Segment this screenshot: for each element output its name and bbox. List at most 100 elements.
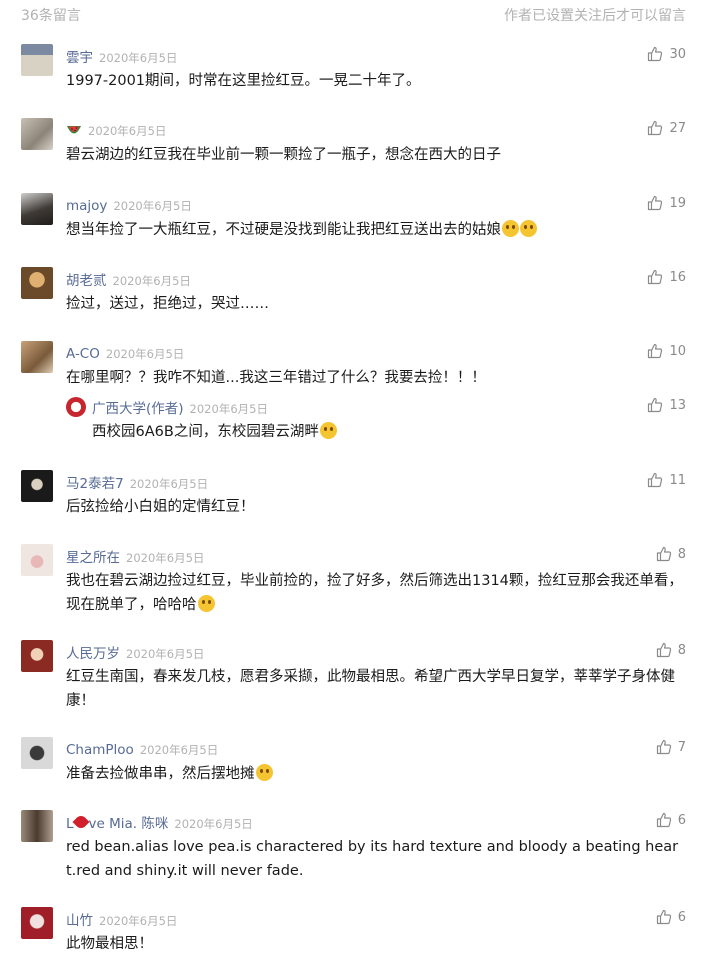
like-button[interactable]: 8 <box>656 546 686 562</box>
like-button[interactable]: 27 <box>647 120 686 136</box>
reply-author[interactable]: 广西大学(作者) <box>92 401 184 417</box>
like-button[interactable]: 19 <box>647 195 686 211</box>
like-button[interactable]: 6 <box>656 812 686 828</box>
comment-author[interactable]: Lve Mia. 陈咪 <box>66 813 169 832</box>
avatar[interactable] <box>21 341 53 373</box>
like-count: 8 <box>677 642 686 658</box>
comment-date: 2020年6月5日 <box>112 274 191 288</box>
like-count: 16 <box>669 269 686 285</box>
grin-emoji-icon <box>197 595 215 612</box>
like-count: 6 <box>677 909 686 925</box>
reply-text-body: 西校园6A6B之间，东校园碧云湖畔 <box>92 424 319 440</box>
like-count: 27 <box>669 120 686 136</box>
thumbs-up-icon <box>648 472 663 488</box>
comment-text: 捡过，送过，拒绝过，哭过…… <box>66 296 269 312</box>
thumbs-up-icon <box>648 343 663 359</box>
comment-item: 雲宇 2020年6月5日 30 1997-2001期间，时常在这里捡红豆。一晃二十… <box>0 44 710 92</box>
comment-date: 2020年6月5日 <box>126 647 205 661</box>
author-reply: 广西大学(作者) 2020年6月5日 13 西校园6A6B之间，东校园碧云湖畔 <box>0 395 710 445</box>
comment-date: 2020年6月5日 <box>174 817 253 831</box>
comment-item: Lve Mia. 陈咪 2020年6月5日 6 red bean.alias lo… <box>0 810 710 882</box>
comment-item: 2020年6月5日 27 碧云湖边的红豆我在毕业前一颗一颗捡了一瓶子，想念在西大… <box>0 118 710 166</box>
thumbs-up-icon <box>656 546 671 562</box>
comment-text: 在哪里啊？？我咋不知道...我这三年错过了什么？我要去捡！！！ <box>66 370 486 386</box>
avatar[interactable] <box>21 44 53 76</box>
avatar[interactable] <box>21 810 53 842</box>
comment-item: 山竹 2020年6月5日 6 此物最相思！ <box>0 907 710 957</box>
like-button[interactable]: 30 <box>647 46 686 62</box>
crying-emoji-icon <box>502 220 519 237</box>
thumbs-up-icon <box>656 909 671 925</box>
comment-author[interactable]: 星之所在 <box>66 550 120 566</box>
comment-text: 红豆生南国，春来发几枝，愿君多采撷，此物最相思。希望广西大学早日复学，莘莘学子身… <box>66 669 675 709</box>
comment-text: 1997-2001期间，时常在这里捡红豆。一晃二十年了。 <box>66 73 421 89</box>
smile-emoji-icon <box>319 422 337 439</box>
comment-text: 准备去捡做串串，然后摆地摊 <box>66 762 688 786</box>
comment-date: 2020年6月5日 <box>99 51 178 65</box>
comment-item: 胡老贰 2020年6月5日 16 捡过，送过，拒绝过，哭过…… <box>0 267 710 315</box>
crying-emoji-icon <box>520 220 537 237</box>
comment-text: 我也在碧云湖边捡过红豆，毕业前捡的，捡了好多，然后筛选出1314颗，捡红豆那会我… <box>66 569 688 617</box>
comment-count: 36条留言 <box>21 8 81 24</box>
comment-author[interactable]: ChamPloo <box>66 742 134 758</box>
like-button[interactable]: 7 <box>656 739 686 755</box>
thumbs-up-icon <box>648 195 663 211</box>
comment-text: 想当年捡了一大瓶红豆，不过硬是没找到能让我把红豆送出去的姑娘 <box>66 218 688 242</box>
avatar[interactable] <box>21 193 53 225</box>
like-button[interactable]: 8 <box>656 642 686 658</box>
heart-icon <box>72 813 90 831</box>
comment-author[interactable]: A-CO <box>66 346 100 362</box>
reply-date: 2020年6月5日 <box>189 402 268 416</box>
like-button[interactable]: 11 <box>647 472 686 488</box>
comment-text: 此物最相思！ <box>66 936 153 952</box>
avatar[interactable] <box>21 118 53 150</box>
comment-item: 星之所在 2020年6月5日 8 我也在碧云湖边捡过红豆，毕业前捡的，捡了好多，然… <box>0 544 710 616</box>
thumbs-up-icon <box>648 120 663 136</box>
watermelon-icon <box>67 126 81 134</box>
comment-date: 2020年6月5日 <box>139 743 219 757</box>
comment-date: 2020年6月5日 <box>99 914 178 928</box>
comment-item: majoy 2020年6月5日 19 想当年捡了一大瓶红豆，不过硬是没找到能让我把… <box>0 193 710 241</box>
comments-header: 36条留言 作者已设置关注后才可以留言 <box>0 0 710 28</box>
thumbs-up-icon <box>656 642 671 658</box>
like-button[interactable]: 10 <box>647 343 686 359</box>
comment-date: 2020年6月5日 <box>88 124 167 138</box>
avatar[interactable] <box>21 267 53 299</box>
avatar[interactable] <box>21 907 53 939</box>
like-count: 6 <box>677 812 686 828</box>
comment-date: 2020年6月5日 <box>105 347 185 361</box>
thumbs-up-icon <box>656 739 671 755</box>
like-count: 7 <box>677 739 686 755</box>
comment-item: 人民万岁 2020年6月5日 8 红豆生南国，春来发几枝，愿君多采撷，此物最相思。… <box>0 640 710 712</box>
like-count: 10 <box>669 343 686 359</box>
comment-text: red bean.alias love pea.is charactered b… <box>66 839 679 879</box>
avatar[interactable] <box>21 544 53 576</box>
comment-author[interactable]: 马2泰若7 <box>66 476 124 492</box>
avatar[interactable] <box>21 737 53 769</box>
like-count: 30 <box>669 46 686 62</box>
comment-text: 碧云湖边的红豆我在毕业前一颗一颗捡了一瓶子，想念在西大的日子 <box>66 147 501 163</box>
comment-author[interactable]: majoy <box>66 198 107 214</box>
reply-text: 西校园6A6B之间，东校园碧云湖畔 <box>92 420 682 444</box>
comment-author[interactable]: 胡老贰 <box>66 273 107 289</box>
comment-date: 2020年6月5日 <box>113 199 192 213</box>
author-name-part: ve Mia. 陈咪 <box>88 816 169 832</box>
comment-text-body: 准备去捡做串串，然后摆地摊 <box>66 766 255 782</box>
comment-author[interactable]: 雲宇 <box>66 50 93 66</box>
thumbs-up-icon <box>656 812 671 828</box>
like-count: 11 <box>669 472 686 488</box>
comment-author[interactable]: 人民万岁 <box>66 646 120 662</box>
comment-date: 2020年6月5日 <box>126 551 205 565</box>
avatar[interactable] <box>21 640 53 672</box>
university-logo-icon[interactable] <box>66 397 86 417</box>
comment-text-body: 想当年捡了一大瓶红豆，不过硬是没找到能让我把红豆送出去的姑娘 <box>66 222 501 238</box>
comment-author[interactable]: 山竹 <box>66 913 93 929</box>
thumbs-up-icon <box>648 269 663 285</box>
thumbs-up-icon <box>648 46 663 62</box>
like-button[interactable]: 13 <box>647 397 686 413</box>
like-button[interactable]: 6 <box>656 909 686 925</box>
avatar[interactable] <box>21 470 53 502</box>
laughing-emoji-icon <box>255 764 273 781</box>
like-button[interactable]: 16 <box>647 269 686 285</box>
comment-item: ChamPloo 2020年6月5日 7 准备去捡做串串，然后摆地摊 <box>0 737 710 785</box>
